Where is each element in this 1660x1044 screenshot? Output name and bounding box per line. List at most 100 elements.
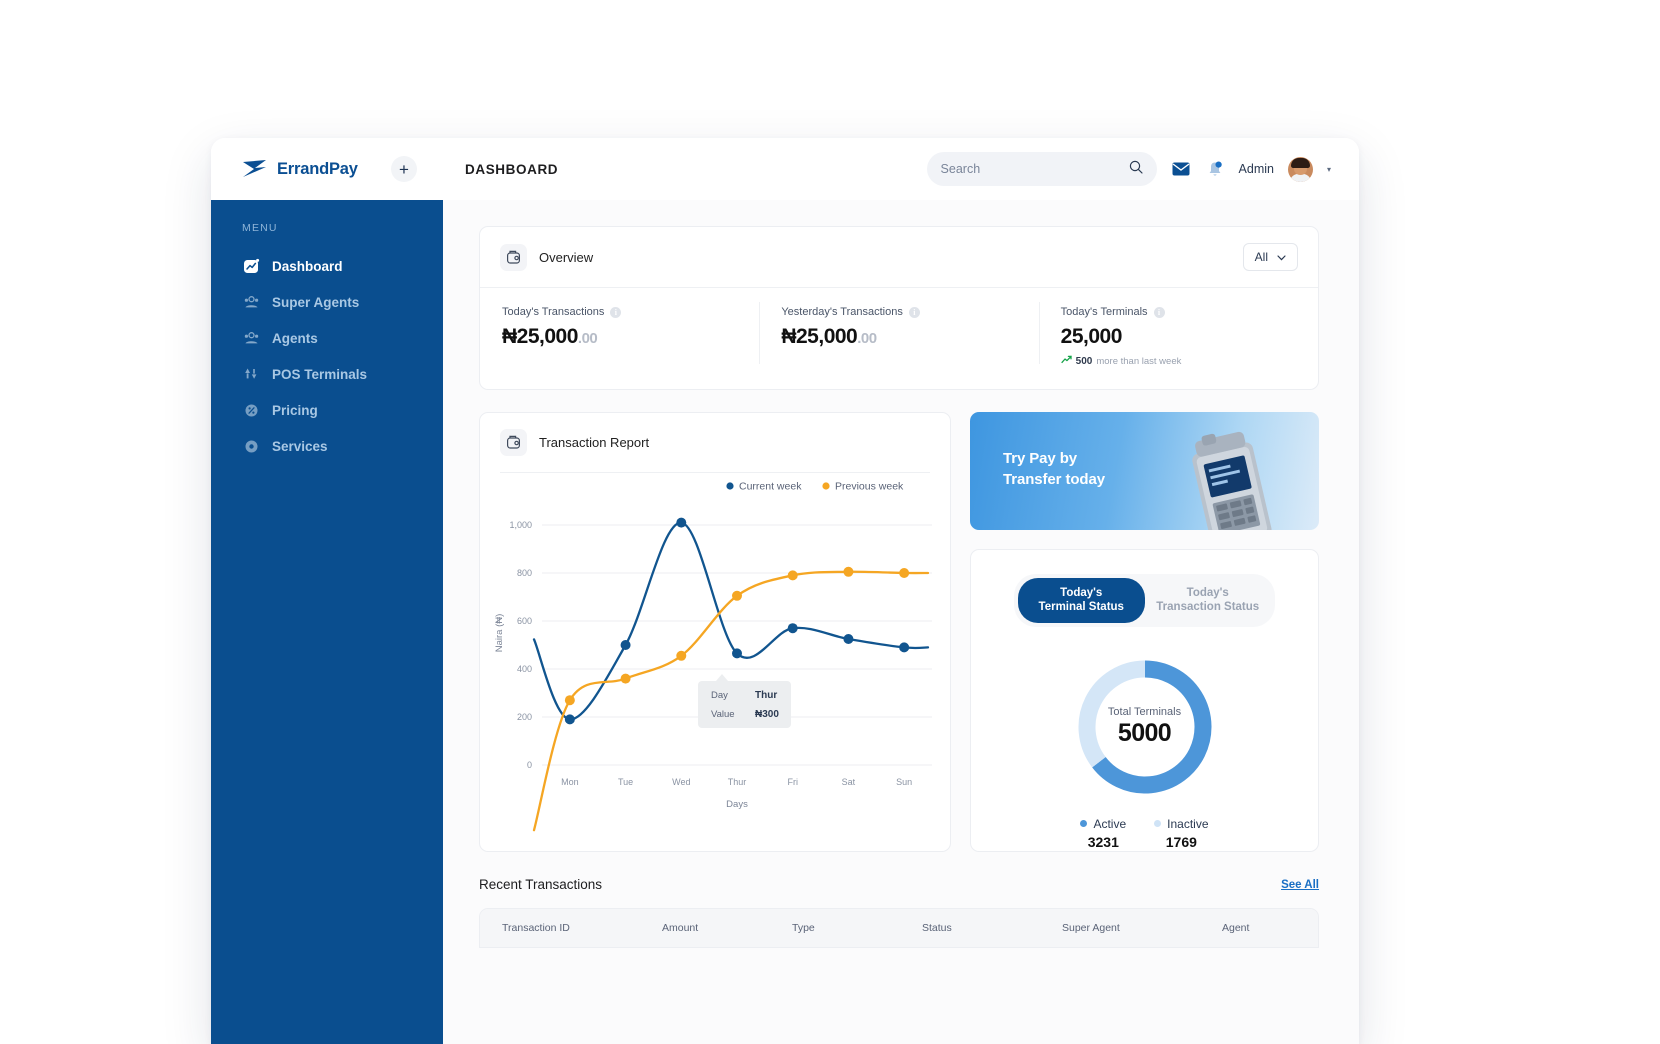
column-header: Status: [922, 922, 952, 934]
promo-line-2: Transfer today: [1003, 471, 1105, 489]
svg-text:Thur: Thur: [728, 777, 747, 787]
legend-top: Active: [1080, 817, 1126, 831]
svg-text:0: 0: [527, 760, 532, 770]
info-icon[interactable]: i: [908, 306, 920, 318]
status-tab-group: Today's Terminal Status Today's Transact…: [1014, 574, 1275, 627]
svg-text:Sat: Sat: [842, 777, 856, 787]
chevron-down-icon: [1277, 250, 1286, 264]
overview-stats: Today's Transactions i ₦25,000.00 Yester…: [480, 288, 1318, 389]
sidebar-item-super-agents[interactable]: Super Agents: [211, 284, 443, 320]
svg-text:Value: Value: [711, 709, 735, 720]
sidebar-item-dashboard[interactable]: Dashboard: [211, 248, 443, 284]
transaction-report-header: Transaction Report: [480, 413, 950, 472]
stat-todays-terminals: Today's Terminals i 25,000 500 more than…: [1038, 302, 1318, 367]
recent-transactions-header: Recent Transactions See All: [479, 877, 1319, 892]
svg-text:Naira (₦): Naira (₦): [494, 614, 505, 653]
svg-text:Tue: Tue: [618, 777, 633, 787]
avatar[interactable]: [1287, 156, 1313, 182]
svg-text:₦300: ₦300: [755, 709, 779, 720]
tab-line-2: Transaction Status: [1156, 601, 1260, 614]
main-content: Overview All Today's Transactions i ₦25,…: [443, 200, 1359, 1044]
stat-label: Today's Terminals i: [1061, 306, 1296, 318]
brand-name: ErrandPay: [277, 159, 358, 178]
table-header-row: Transaction ID Amount Type Status Super …: [480, 909, 1318, 947]
stat-amount: 25,000: [516, 325, 579, 348]
right-column: Try Pay by Transfer today Today's Termin…: [970, 412, 1319, 852]
overview-header: Overview All: [480, 227, 1318, 287]
stat-cents: .00: [857, 330, 877, 347]
svg-text:800: 800: [517, 568, 532, 578]
app-window: ErrandPay + DASHBOARD Search Admin ▾ MEN…: [211, 138, 1359, 1044]
svg-text:Current week: Current week: [739, 481, 802, 493]
tab-line-1: Today's: [1060, 587, 1103, 599]
top-bar: ErrandPay + DASHBOARD Search Admin ▾: [211, 138, 1359, 200]
column-header: Transaction ID: [502, 922, 570, 934]
legend-dot-icon: [1080, 820, 1088, 828]
search-box[interactable]: [926, 152, 1157, 186]
svg-text:Thur: Thur: [755, 690, 777, 701]
svg-text:Day: Day: [711, 690, 728, 701]
mail-icon[interactable]: [1171, 159, 1191, 179]
sidebar-item-pricing[interactable]: Pricing: [211, 392, 443, 428]
svg-text:Wed: Wed: [672, 777, 690, 787]
overview-filter-select[interactable]: All: [1242, 243, 1298, 271]
legend-label: Inactive: [1167, 816, 1209, 831]
svg-text:400: 400: [517, 664, 532, 674]
stat-cents: .00: [577, 330, 598, 347]
agents-icon: [242, 329, 260, 347]
sidebar-item-label: Dashboard: [272, 258, 343, 274]
super-agents-icon: [242, 293, 260, 311]
stat-delta-value: 500: [1075, 355, 1093, 367]
tab-todays-terminal-status[interactable]: Today's Terminal Status: [1018, 578, 1145, 623]
info-icon[interactable]: i: [1153, 306, 1165, 318]
sidebar-item-label: Agents: [272, 330, 318, 346]
stat-amount: 25,000: [796, 325, 858, 348]
info-icon[interactable]: i: [610, 306, 622, 318]
overview-card: Overview All Today's Transactions i ₦25,…: [479, 226, 1319, 390]
pos-device-image: [1169, 428, 1301, 530]
legend-value: 1769: [1165, 833, 1197, 850]
transaction-report-chart: 0 200 400 600 800 1,000 Mon Tue Wed Thur Fri Sat Sun…: [494, 481, 932, 832]
promo-banner[interactable]: Try Pay by Transfer today: [970, 412, 1319, 530]
recent-transactions-title: Recent Transactions: [479, 877, 603, 892]
column-header: Type: [792, 922, 815, 934]
search-input[interactable]: [940, 162, 1121, 176]
stat-yesterdays-transactions: Yesterday's Transactions i ₦25,000.00: [759, 302, 1038, 367]
svg-text:Mon: Mon: [561, 777, 579, 787]
user-menu-caret-icon[interactable]: ▾: [1327, 165, 1331, 174]
brand-logo[interactable]: ErrandPay: [211, 159, 381, 179]
see-all-link[interactable]: See All: [1281, 879, 1319, 891]
errandpay-logo-icon: [242, 159, 268, 179]
svg-text:Sun: Sun: [896, 777, 912, 787]
search-icon[interactable]: [1129, 160, 1143, 179]
sidebar-item-agents[interactable]: Agents: [211, 320, 443, 356]
transaction-report-card: Transaction Report 0 200 400 600 800 1,000 Mon…: [479, 412, 951, 852]
stat-amount: 25,000: [1060, 325, 1123, 348]
svg-text:200: 200: [517, 712, 532, 722]
sidebar-item-services[interactable]: Services: [211, 428, 443, 464]
sidebar-item-pos-terminals[interactable]: POS Terminals: [211, 356, 443, 392]
stat-label-text: Today's Transactions: [502, 306, 605, 318]
currency-symbol: ₦: [502, 325, 517, 348]
tab-todays-transaction-status[interactable]: Today's Transaction Status: [1145, 578, 1272, 623]
wallet-icon: [500, 429, 527, 456]
bell-icon[interactable]: [1205, 159, 1225, 179]
donut-legend: Active 3231 Inactive 1769: [1080, 816, 1209, 850]
column-header: Agent: [1222, 922, 1250, 934]
add-button[interactable]: +: [391, 156, 417, 182]
stat-delta-text: more than last week: [1096, 355, 1182, 367]
column-header: Super Agent: [1062, 922, 1120, 934]
recent-transactions-table: Transaction ID Amount Type Status Super …: [479, 908, 1319, 948]
pricing-icon: [242, 401, 260, 419]
svg-text:Days: Days: [726, 799, 748, 810]
legend-dot-icon: [1154, 820, 1162, 828]
overview-title: Overview: [539, 249, 594, 265]
stat-value: ₦25,000.00: [502, 325, 737, 349]
sidebar: MENU Dashboard Super Agents Agents POS T…: [211, 200, 443, 1044]
promo-text: Try Pay by Transfer today: [1003, 448, 1105, 491]
tab-line-2: Terminal Status: [1038, 601, 1124, 614]
terminal-donut-chart: Total Terminals 5000: [1071, 653, 1219, 801]
dashboard-icon: [242, 257, 260, 275]
promo-line-1: Try Pay by: [1003, 450, 1078, 467]
stat-value: 25,000: [1061, 325, 1296, 349]
